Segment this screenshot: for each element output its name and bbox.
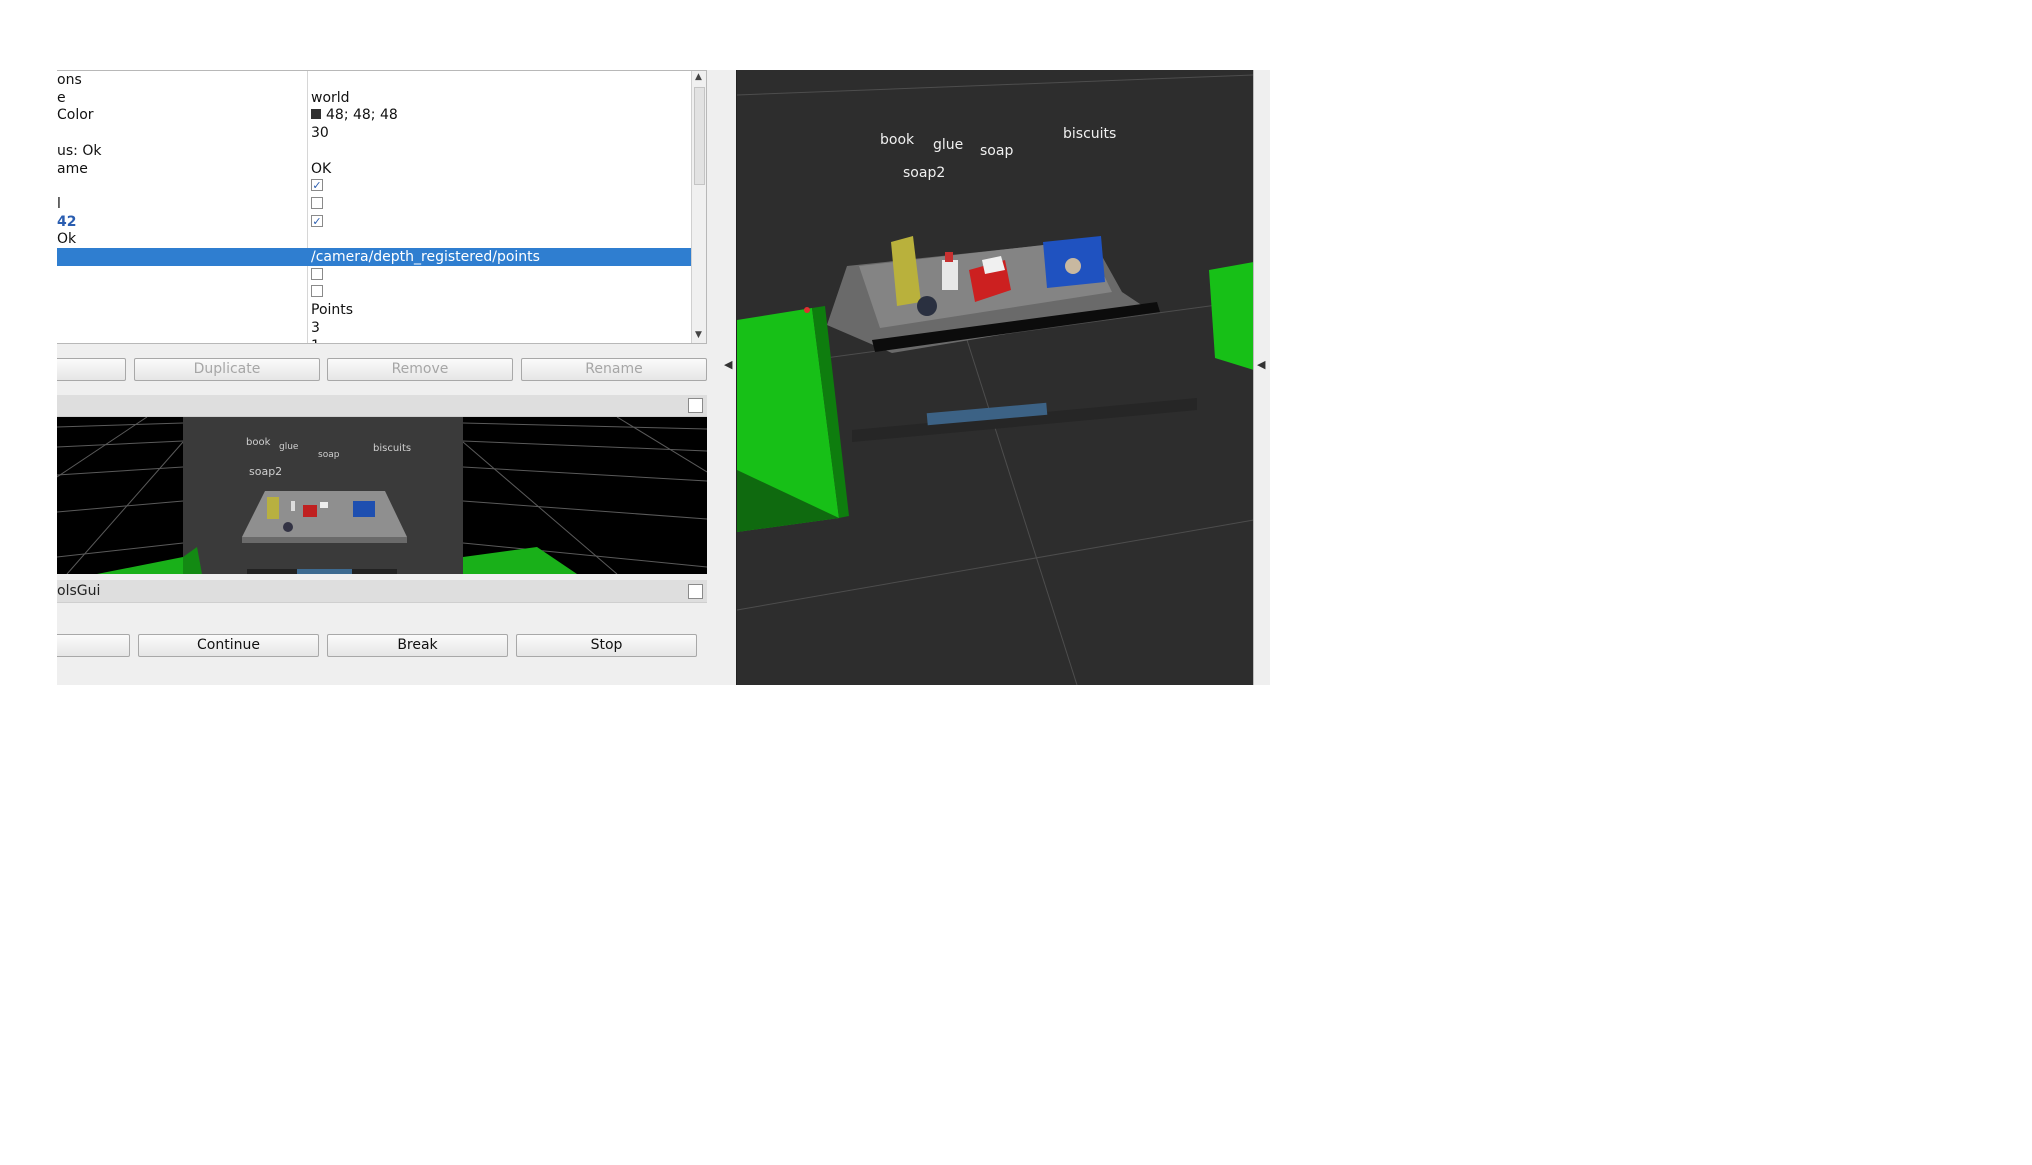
tree-row-value[interactable]: world [311,89,691,107]
tools-panel-titlebar: olsGui [57,580,707,603]
rename-button[interactable]: Rename [521,358,707,381]
tree-row-value[interactable]: 48; 48; 48 [311,106,691,124]
camera-render [57,417,707,574]
collapse-right-icon[interactable]: ◀ [1257,358,1265,371]
tree-row-key: Color [57,107,94,124]
stop-button[interactable]: Stop [516,634,697,657]
tree-row-checkbox[interactable]: ✓ [311,214,323,227]
tree-row-key: us: Ok [57,142,102,159]
scroll-thumb[interactable] [694,87,705,185]
viewport-render [737,70,1253,685]
tree-row[interactable] [57,266,692,284]
tree-row[interactable] [57,283,692,301]
tools-panel-float-checkbox[interactable] [688,584,703,599]
tree-row[interactable]: Points [57,301,692,319]
tree-row-color-value: 48; 48; 48 [326,107,398,124]
tree-row-key: e [57,89,66,106]
tree-row-checkbox[interactable] [311,196,323,209]
tree-row[interactable]: ✓ [57,177,692,195]
viewport-label-book: book [880,132,915,148]
add-button[interactable] [57,358,126,381]
tree-row-checkbox[interactable]: ✓ [311,179,323,192]
tree-row-value[interactable]: 1 [311,337,691,344]
camera-panel-titlebar [57,395,707,417]
continue-button[interactable]: Continue [138,634,319,657]
cam-label-book: book [246,437,271,448]
tree-row-checkbox[interactable] [311,285,323,298]
tree-row-value[interactable]: ✓ [311,213,691,231]
tree-row-key: 42 [57,213,77,230]
tree-row-value[interactable] [311,283,691,301]
scroll-up-icon[interactable]: ▲ [695,72,702,82]
scroll-down-icon[interactable]: ▼ [695,330,702,340]
panel-splitter[interactable]: ◀ [721,70,736,685]
tree-row-value[interactable]: 30 [311,124,691,142]
tools-panel-title: olsGui [57,583,101,599]
tree-row-key: Ok [57,231,77,248]
break-button[interactable]: Break [327,634,508,657]
tree-row[interactable]: 30 [57,124,692,142]
tree-row-key: ons [57,72,82,88]
cam-label-biscuits: biscuits [373,443,412,454]
tree-row-value[interactable]: 3 [311,319,691,337]
viewport-label-soap2: soap2 [903,165,946,181]
tree-row[interactable]: l [57,195,692,213]
tree-row-value[interactable]: /camera/depth_registered/points [311,248,691,266]
duplicate-button[interactable]: Duplicate [134,358,320,381]
tree-row[interactable]: ons [57,71,692,89]
camera-image-view: book glue soap biscuits soap2 [57,417,707,574]
tree-row[interactable]: /camera/depth_registered/points [57,248,692,266]
rviz-window: ons e world Color 48; 48; 48 30 us: Ok ame OK ✓ l… [57,70,1270,685]
tree-row[interactable]: 1 [57,337,692,344]
tree-row[interactable]: Ok [57,230,692,248]
collapse-left-icon[interactable]: ◀ [724,358,732,371]
left-panel: ons e world Color 48; 48; 48 30 us: Ok ame OK ✓ l… [57,70,721,685]
cam-label-soap: soap [318,450,340,460]
viewport-label-soap: soap [980,143,1014,159]
right-collapse-bar[interactable]: ◀ [1253,70,1270,685]
tree-row[interactable]: ame OK [57,160,692,178]
tools-first-button[interactable] [57,634,130,657]
tree-row[interactable]: 42 ✓ [57,213,692,231]
tree-row[interactable]: e world [57,89,692,107]
tree-row-value[interactable]: ✓ [311,177,691,195]
tree-row-value[interactable] [311,266,691,284]
viewport-label-glue: glue [933,137,964,153]
displays-property-tree[interactable]: ons e world Color 48; 48; 48 30 us: Ok ame OK ✓ l… [57,70,707,344]
tree-row-value[interactable]: OK [311,160,691,178]
tree-row-value[interactable] [311,195,691,213]
cam-label-soap2: soap2 [249,465,283,478]
tree-row[interactable]: 3 [57,319,692,337]
tree-row-checkbox[interactable] [311,267,323,280]
camera-panel-float-checkbox[interactable] [688,398,703,413]
tree-row-key: ame [57,160,88,177]
remove-button[interactable]: Remove [327,358,513,381]
cam-label-glue: glue [279,442,299,452]
viewport-label-biscuits: biscuits [1063,126,1117,142]
tree-row-key: l [57,195,61,212]
3d-viewport[interactable]: book glue soap biscuits soap2 [736,70,1253,685]
tree-row[interactable]: Color 48; 48; 48 [57,106,692,124]
color-swatch-icon [311,108,321,119]
tree-scrollbar[interactable]: ▲ ▼ [691,71,706,343]
tree-row-value[interactable]: Points [311,301,691,319]
tree-row[interactable]: us: Ok [57,142,692,160]
